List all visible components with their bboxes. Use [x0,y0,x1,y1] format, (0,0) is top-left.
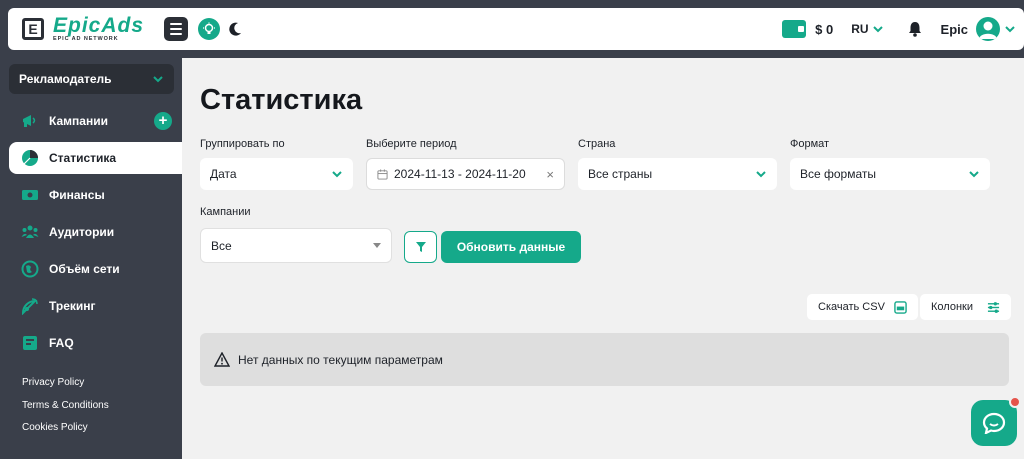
lightbulb-icon [203,22,216,34]
top-header: E EpicAds EPIC AD NETWORK $ 0 RU Epic [8,8,1024,50]
columns-label: Колонки [931,301,973,313]
chevron-down-icon [152,73,164,85]
terms-link[interactable]: Terms & Conditions [22,400,109,411]
sidebar-item-label: Кампании [49,114,108,128]
format-select[interactable]: Все форматы [790,158,990,190]
sidebar: Рекламодатель Кампании + Статистика Фина… [0,58,182,459]
filter-icon [415,242,426,252]
filter-button[interactable] [404,231,437,263]
add-campaign-button[interactable]: + [154,112,172,130]
language-selector[interactable]: RU [851,22,868,36]
download-csv-button[interactable]: Скачать CSV [807,294,918,320]
sidebar-item-tracking[interactable]: Трекинг [9,290,182,322]
columns-button[interactable]: Колонки [920,294,1011,320]
menu-toggle-button[interactable] [164,17,189,41]
bell-icon[interactable] [906,20,924,38]
refresh-data-button[interactable]: Обновить данные [441,231,581,263]
caret-down-icon [373,243,381,248]
chat-icon [982,412,1006,434]
cookies-policy-link[interactable]: Cookies Policy [22,422,88,433]
empty-state-alert: Нет данных по текущим параметрам [200,333,1009,386]
warning-icon [214,352,230,367]
main-content: Статистика Группировать по Дата Выберите… [182,58,1024,459]
user-name[interactable]: Epic [941,22,968,37]
pie-chart-icon [21,149,39,167]
notification-dot [1009,396,1021,408]
logo-title: EpicAds [53,14,145,38]
period-picker[interactable]: 2024-11-13 - 2024-11-20 × [366,158,565,190]
light-theme-button[interactable] [198,18,221,40]
page-title: Статистика [200,84,363,116]
megaphone-icon [21,112,39,130]
user-menu-chevron-icon[interactable] [1004,23,1016,35]
avatar[interactable] [976,17,1000,41]
sidebar-item-network-volume[interactable]: Объём сети [9,253,182,285]
calendar-icon [377,168,388,180]
country-value: Все страны [588,167,653,181]
logo[interactable]: E EpicAds EPIC AD NETWORK [22,15,144,43]
chevron-down-icon [331,168,343,180]
sliders-icon [987,301,1000,314]
support-chat-button[interactable] [971,396,1021,446]
sidebar-item-finance[interactable]: Финансы [9,179,182,211]
period-label: Выберите период [366,138,457,150]
country-label: Страна [578,138,616,150]
role-label: Рекламодатель [19,72,112,86]
group-by-label: Группировать по [200,138,285,150]
sidebar-item-audiences[interactable]: Аудитории [9,216,182,248]
logo-mark: E [22,18,44,40]
role-selector[interactable]: Рекламодатель [9,64,174,94]
chevron-down-icon [968,168,980,180]
sidebar-item-faq[interactable]: FAQ [9,327,182,359]
logo-subtitle: EPIC AD NETWORK [53,36,119,43]
sidebar-item-label: Статистика [49,151,117,165]
sidebar-item-label: FAQ [49,336,74,350]
dark-theme-button[interactable] [226,20,244,38]
country-select[interactable]: Все страны [578,158,777,190]
globe-icon [21,260,39,278]
format-label: Формат [790,138,830,150]
hamburger-icon [170,23,183,25]
privacy-policy-link[interactable]: Privacy Policy [22,377,84,388]
sidebar-item-label: Объём сети [49,262,120,276]
satellite-icon [21,297,39,315]
user-icon [979,21,997,39]
sidebar-item-label: Финансы [49,188,105,202]
book-icon [21,334,39,352]
sidebar-item-label: Аудитории [49,225,115,239]
users-icon [21,223,39,241]
campaigns-select[interactable]: Все [200,228,392,263]
format-value: Все форматы [800,167,877,181]
chevron-down-icon [755,168,767,180]
chevron-down-icon[interactable] [872,23,884,35]
sidebar-item-label: Трекинг [49,299,96,313]
empty-state-message: Нет данных по текущим параметрам [238,352,443,367]
sidebar-item-campaigns[interactable]: Кампании + [9,105,182,137]
download-csv-label: Скачать CSV [818,301,885,313]
money-icon [21,186,39,204]
sidebar-item-statistics[interactable]: Статистика [9,142,182,174]
period-value: 2024-11-13 - 2024-11-20 [394,167,526,181]
wallet-icon[interactable] [782,20,807,38]
group-by-select[interactable]: Дата [200,158,353,190]
moon-icon [229,22,242,36]
clear-period-icon[interactable]: × [546,167,554,182]
campaigns-label: Кампании [200,206,251,218]
balance-amount[interactable]: $ 0 [815,22,833,37]
campaigns-value: Все [211,238,232,253]
csv-file-icon [894,300,907,314]
group-by-value: Дата [210,167,237,181]
